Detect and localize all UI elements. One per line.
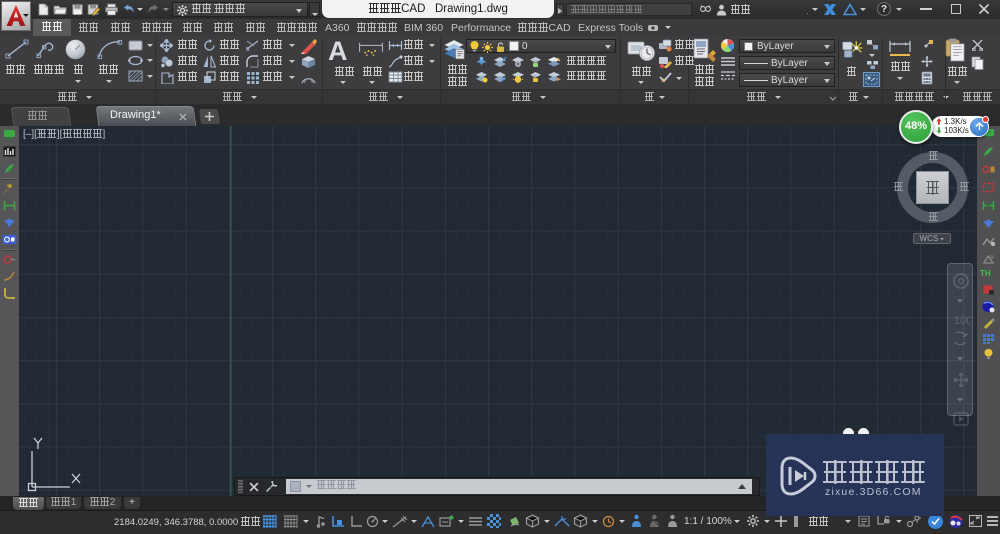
svg-text:100: 100 xyxy=(954,315,970,327)
